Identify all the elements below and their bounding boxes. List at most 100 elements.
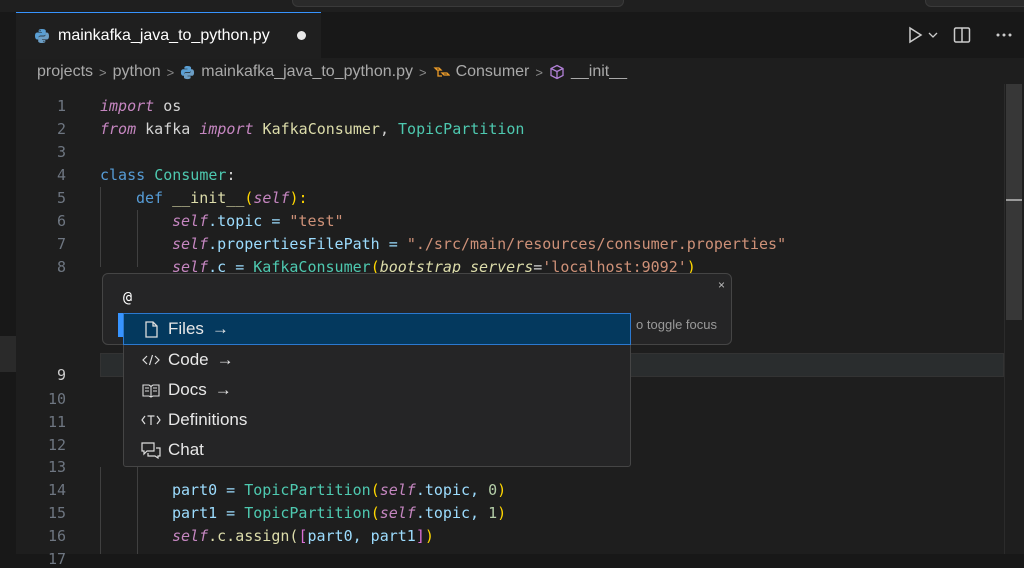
chevron-right-icon: >	[535, 64, 543, 80]
code-token: self	[379, 504, 416, 522]
breadcrumb: projects > python > mainkafka_java_to_py…	[37, 60, 627, 84]
code-token: kafka	[136, 120, 200, 138]
unsaved-dot-icon[interactable]	[297, 31, 306, 40]
code-token: Consumer	[154, 166, 227, 184]
vertical-scrollbar[interactable]	[1004, 84, 1023, 554]
line-number: 15	[47, 504, 66, 522]
ellipsis-icon	[996, 33, 1012, 37]
code-token: TopicPartition	[244, 481, 371, 499]
menu-item-files[interactable]: Files →	[123, 313, 631, 345]
code-token: 0	[488, 481, 498, 499]
code-line: self.topic = "test"	[172, 212, 344, 230]
code-token: .topic,	[415, 504, 489, 522]
python-file-icon	[180, 65, 195, 80]
layout-controls[interactable]	[925, 0, 1024, 7]
close-icon[interactable]: ×	[718, 278, 725, 292]
code-token: os	[154, 97, 182, 115]
menu-item-definitions[interactable]: Definitions	[124, 405, 630, 435]
code-token: 1	[488, 504, 498, 522]
line-number: 14	[47, 481, 66, 499]
code-token: (	[370, 504, 380, 522]
code-token: ):	[289, 189, 308, 207]
code-token: class	[100, 166, 146, 184]
code-token: self	[172, 212, 209, 230]
scrollbar-thumb[interactable]	[1006, 84, 1022, 320]
file-icon	[140, 320, 162, 338]
book-icon	[140, 381, 162, 399]
chevron-right-icon: >	[418, 64, 427, 80]
menu-item-chat[interactable]: Chat	[124, 435, 630, 465]
breadcrumb-python[interactable]: python	[113, 63, 161, 81]
code-token: "./src/main/resources/consumer.propertie…	[406, 235, 787, 253]
line-number: 5	[56, 189, 66, 207]
code-token: KafkaConsumer	[253, 120, 380, 138]
code-token: ]	[415, 527, 425, 545]
code-token: TopicPartition	[244, 504, 371, 522]
line-number: 10	[47, 390, 66, 408]
code-line: self.c.assign([part0, part1])	[172, 527, 434, 545]
code-line: self.propertiesFilePath = "./src/main/re…	[172, 235, 786, 253]
tab-title: mainkafka_java_to_python.py	[58, 27, 270, 44]
method-cube-icon	[549, 64, 565, 80]
code-token: ,	[379, 120, 399, 138]
code-token: .topic,	[415, 481, 489, 499]
line-number: 4	[56, 166, 66, 184]
chat-hint: o toggle focus	[636, 317, 717, 332]
code-token: )	[424, 527, 434, 545]
chat-icon	[140, 441, 162, 459]
symbol-icon	[140, 411, 162, 429]
class-symbol-icon	[432, 65, 450, 80]
breadcrumb-consumer[interactable]: Consumer	[456, 63, 530, 81]
line-number: 9	[56, 366, 66, 384]
menu-item-docs[interactable]: Docs →	[124, 375, 630, 405]
run-button[interactable]	[904, 26, 926, 44]
tab-mainkafka[interactable]: mainkafka_java_to_python.py	[16, 12, 321, 59]
code-token: TopicPartition	[398, 120, 525, 138]
line-number: 12	[47, 436, 66, 454]
breadcrumb-projects[interactable]: projects	[37, 63, 93, 81]
breadcrumb-file[interactable]: mainkafka_java_to_python.py	[201, 63, 413, 81]
more-actions-button[interactable]	[984, 32, 1024, 38]
code-token: .c.assign(	[208, 527, 299, 545]
code-line: from kafka import KafkaConsumer, TopicPa…	[100, 120, 524, 138]
code-token: import	[100, 97, 155, 115]
chat-input[interactable]: @	[123, 288, 132, 306]
split-editor-button[interactable]	[940, 26, 984, 44]
tab-bar: mainkafka_java_to_python.py	[16, 12, 1024, 59]
command-center[interactable]	[292, 0, 624, 7]
activity-bar-edge	[0, 12, 16, 554]
code-token: )	[497, 504, 507, 522]
code-token: )	[497, 481, 507, 499]
python-file-icon	[35, 29, 49, 43]
code-line: class Consumer:	[100, 166, 235, 184]
code-line: def __init__(self):	[136, 189, 308, 207]
menu-item-code[interactable]: Code →	[124, 345, 630, 375]
indent-guide	[137, 210, 138, 267]
code-token: part0, part1	[307, 527, 416, 545]
title-bar	[0, 0, 1024, 12]
play-icon	[909, 26, 923, 44]
code-token: self	[253, 189, 290, 207]
code-line: import os	[100, 97, 181, 115]
arrow-right-icon: →	[214, 380, 232, 399]
indent-guide	[137, 467, 138, 554]
code-token: (	[370, 481, 380, 499]
line-number: 1	[56, 97, 66, 115]
code-token: part0 =	[172, 481, 245, 499]
indent-guide	[100, 187, 101, 267]
line-number: 7	[56, 235, 66, 253]
menu-item-label: Chat	[168, 440, 204, 459]
run-dropdown-button[interactable]	[926, 31, 940, 39]
cursor-position-marker	[1006, 199, 1022, 201]
chevron-right-icon: >	[166, 64, 175, 80]
breadcrumb-init[interactable]: __init__	[571, 63, 627, 81]
line-number: 13	[47, 458, 66, 476]
indent-guide	[100, 467, 101, 554]
split-editor-icon	[953, 27, 971, 43]
code-icon	[140, 351, 162, 369]
arrow-right-icon: →	[216, 350, 234, 369]
line-number: 6	[56, 212, 66, 230]
line-number: 16	[47, 527, 66, 545]
